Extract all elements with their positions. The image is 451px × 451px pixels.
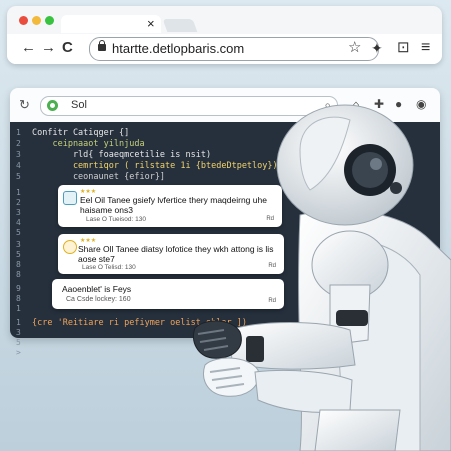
home-icon[interactable]: ⌂ [352, 97, 360, 112]
back-arrow-icon[interactable]: ← [21, 39, 36, 57]
line-number: > [16, 348, 21, 357]
extensions-icon[interactable]: ✦ [371, 39, 383, 57]
inner-navigation-bar: Sol ⌕ ↻ ⌂ ✚ ● ◉ [10, 88, 440, 122]
settings-icon[interactable]: ◉ [416, 97, 426, 111]
menu-icon[interactable]: ≡ [421, 39, 430, 57]
line-number: 2 [16, 198, 21, 207]
inner-browser-window: Sol ⌕ ↻ ⌂ ✚ ● ◉ 1 2 3 4 5 1 2 3 4 5 3 5 8 8 9 8 1 1 3 5 > Co… [10, 88, 440, 357]
card-title: Share Oll Tanee diatsy lofotice they wkh… [78, 244, 274, 264]
save-page-icon[interactable]: ⊡ [397, 39, 410, 57]
bookmark-star-icon[interactable]: ☆ [348, 39, 361, 57]
rating-stars: ★★★ [80, 189, 97, 195]
code-editor[interactable]: 1 2 3 4 5 1 2 3 4 5 3 5 8 8 9 8 1 1 3 5 > Confitr Catiqger {… [10, 122, 440, 357]
code-text: cemrtiqor ( rilstate 1i {btedeDtpetloy}) [32, 161, 278, 171]
card-badge: Rd [266, 216, 274, 222]
code-text: ceipnaaot yilnjuda [32, 139, 145, 149]
line-number: 4 [16, 161, 21, 170]
inner-search-bar[interactable]: Sol ⌕ [40, 96, 338, 116]
close-window-dot[interactable] [19, 16, 28, 25]
account-icon[interactable]: ● [395, 97, 402, 111]
suggestion-card[interactable]: Aaoenblet' is Feys Ca Csde lockey: 160 R… [52, 279, 284, 309]
bulb-icon [63, 240, 77, 254]
inner-search-text: Sol [71, 99, 87, 111]
top-browser-window: × ← → C htartte.detlopbaris.com ☆ ✦ ⊡ ≡ [7, 6, 442, 64]
line-number: 1 [16, 304, 21, 313]
code-line: Confitr Catiqger {] [32, 128, 129, 139]
card-meta: Lase O Telisd: 130 [82, 264, 136, 271]
card-meta: Ca Csde lockey: 160 [66, 296, 131, 303]
card-meta: Lase O Tueisod: 130 [86, 216, 146, 223]
line-number: 3 [16, 328, 21, 337]
card-badge: Rd [268, 263, 276, 269]
code-line: ceipnaaot yilnjuda [32, 139, 145, 150]
address-bar[interactable]: htartte.detlopbaris.com ☆ [89, 37, 379, 61]
code-line: ceonaunet {efior}] [32, 172, 165, 183]
line-number: 3 [16, 208, 21, 217]
search-icon[interactable]: ⌕ [324, 98, 331, 113]
active-tab[interactable] [61, 15, 161, 33]
code-text: Confitr Catiqger {] [32, 128, 130, 138]
suggestion-card[interactable]: ★★★ Share Oll Tanee diatsy lofotice they… [58, 234, 284, 274]
line-number: 2 [16, 139, 21, 148]
tab-bar: × [7, 6, 442, 33]
line-number: 5 [16, 172, 21, 181]
code-text: ceonaunet {efior}] [32, 172, 166, 182]
extension-puzzle-icon[interactable]: ✚ [374, 97, 384, 111]
site-icon [47, 100, 58, 111]
line-number: 3 [16, 240, 21, 249]
navigation-bar: ← → C htartte.detlopbaris.com ☆ ✦ ⊡ ≡ [7, 34, 442, 64]
line-number: 5 [16, 228, 21, 237]
card-title: Eel Oil Tanee gsiefy lvfertice thery maq… [80, 195, 267, 215]
card-badge: Rd [268, 298, 276, 304]
line-number: 5 [16, 250, 21, 259]
footer-code-line: {cre 'Reitiare ri pefiymer oelist eblor … [32, 318, 247, 328]
code-line: cemrtiqor ( rilstate 1i {btedeDtpetloy}) [32, 161, 278, 172]
minimize-window-dot[interactable] [32, 16, 41, 25]
code-line: rld{ foaeqmcetilie is nsit) [32, 150, 211, 161]
tab-close-icon[interactable]: × [147, 15, 155, 33]
lock-icon [98, 40, 106, 51]
line-number: 8 [16, 260, 21, 269]
line-number: 1 [16, 318, 21, 327]
line-number: 8 [16, 294, 21, 303]
maximize-window-dot[interactable] [45, 16, 54, 25]
line-number: 8 [16, 270, 21, 279]
code-text: rld{ foaeqmcetilie is nsit) [32, 150, 212, 160]
line-number: 1 [16, 188, 21, 197]
card-title: Aaoenblet' is Feys [62, 284, 132, 294]
forward-arrow-icon[interactable]: → [41, 39, 56, 57]
suggestion-card[interactable]: ★★★ Eel Oil Tanee gsiefy lvfertice thery… [58, 185, 282, 227]
line-number: 9 [16, 284, 21, 293]
line-number: 3 [16, 150, 21, 159]
document-icon [63, 191, 77, 205]
inner-reload-icon[interactable]: ↻ [19, 97, 30, 113]
line-number: 1 [16, 128, 21, 137]
address-text: htartte.detlopbaris.com [112, 41, 245, 56]
line-number: 4 [16, 218, 21, 227]
rating-stars: ★★★ [80, 238, 97, 244]
reload-icon[interactable]: C [62, 39, 73, 57]
line-number: 5 [16, 338, 21, 347]
new-tab-button[interactable] [162, 19, 198, 32]
